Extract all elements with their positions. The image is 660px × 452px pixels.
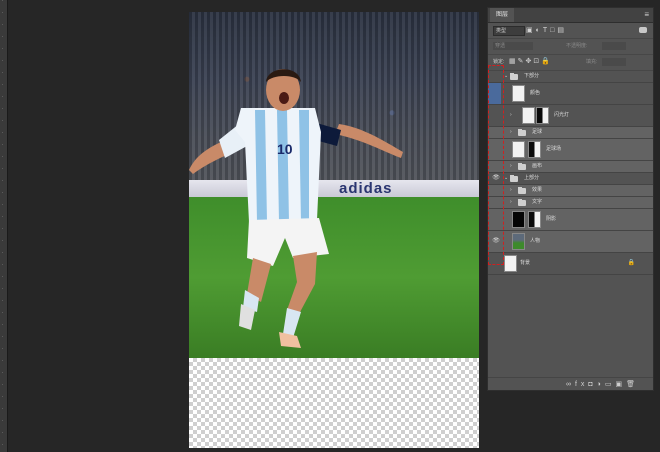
layer-name: 阴影 — [546, 216, 557, 222]
layer-group-canvas[interactable]: › 画布 — [488, 161, 653, 173]
layer-name: 画布 — [532, 163, 543, 169]
chevron-right-icon[interactable]: › — [510, 127, 512, 138]
layer-name: 文字 — [532, 199, 543, 205]
document-canvas[interactable]: adidas 10 — [189, 12, 479, 448]
chevron-right-icon[interactable]: › — [510, 197, 512, 208]
chevron-down-icon[interactable]: ⌄ — [504, 71, 508, 82]
filter-row: 类型 ▣◐T□▤ — [488, 23, 653, 39]
layer-thumbnail — [522, 107, 535, 124]
layer-thumbnail — [512, 211, 525, 228]
layer-group-lower[interactable]: ⌄ 下部分 — [488, 71, 653, 83]
chevron-right-icon[interactable]: › — [510, 105, 512, 126]
layer-name: 人物 — [530, 238, 541, 244]
transparent-area — [189, 358, 479, 448]
folder-icon — [518, 163, 526, 170]
layer-background[interactable]: 背景 🔒 — [488, 253, 653, 275]
layer-name: 效果 — [532, 187, 543, 193]
layer-group-football[interactable]: › 足球 — [488, 127, 653, 139]
layer-thumbnail — [504, 255, 517, 272]
layer-mask-thumbnail — [528, 141, 541, 158]
layer-name: 背景 — [520, 260, 531, 266]
fill-field[interactable] — [602, 58, 626, 66]
layer-group-text[interactable]: › 文字 — [488, 197, 653, 209]
layer-name: 上部分 — [524, 175, 540, 181]
layer-color[interactable]: 颜色 — [488, 83, 653, 105]
photo-layer: adidas 10 — [189, 12, 479, 358]
filter-toggle[interactable] — [639, 27, 647, 33]
opacity-field[interactable] — [602, 42, 626, 50]
panel-tab-bar: 图层 ≡ — [488, 8, 653, 23]
layer-mask-thumbnail — [536, 107, 549, 124]
panel-footer: ∞fx◘◑▭▣🗑 — [488, 377, 653, 390]
filter-kind-select[interactable]: 类型 — [493, 26, 525, 36]
layer-shadow[interactable]: 阴影 — [488, 209, 653, 231]
chevron-down-icon[interactable]: ⌄ — [504, 173, 508, 184]
layer-name: 足球 — [532, 129, 543, 135]
layer-person[interactable]: 👁 人物 — [488, 231, 653, 253]
footer-action-icons[interactable]: ∞fx◘◑▭▣🗑 — [566, 380, 639, 388]
layer-thumbnail — [512, 141, 525, 158]
folder-icon — [518, 187, 526, 194]
lock-icon: 🔒 — [627, 260, 635, 266]
layer-thumbnail — [512, 85, 525, 102]
folder-icon — [518, 129, 526, 136]
blend-mode-select[interactable]: 穿透 — [493, 42, 533, 50]
layer-name: 足球场 — [546, 146, 562, 152]
vertical-ruler — [0, 0, 8, 452]
layers-list: ⌄ 下部分 颜色 › 闪光灯 › 足球 足球场 › 画布 👁 ⌄ 上部分 › 效… — [488, 71, 653, 275]
jersey-number: 10 — [277, 141, 293, 157]
layers-panel: 图层 ≡ 类型 ▣◐T□▤ 穿透 不透明度: 锁定: ▦✎✥⊡🔒 填充: ⌄ 下… — [487, 7, 654, 391]
opacity-label: 不透明度: — [566, 43, 588, 49]
blend-row: 穿透 不透明度: — [488, 39, 653, 55]
folder-icon — [510, 73, 518, 80]
layer-name: 闪光灯 — [554, 112, 570, 118]
chevron-right-icon[interactable]: › — [510, 161, 512, 172]
chevron-right-icon[interactable]: › — [510, 185, 512, 196]
lock-row: 锁定: ▦✎✥⊡🔒 填充: — [488, 55, 653, 71]
visibility-column-highlight — [488, 65, 504, 265]
filter-type-icons[interactable]: ▣◐T□▤ — [526, 26, 567, 34]
folder-icon — [518, 199, 526, 206]
layer-group-flash[interactable]: › 闪光灯 — [488, 105, 653, 127]
layer-group-effects[interactable]: › 效果 — [488, 185, 653, 197]
layer-mask-thumbnail — [528, 211, 541, 228]
folder-icon — [510, 175, 518, 182]
layer-name: 下部分 — [524, 73, 540, 79]
tab-layers[interactable]: 图层 — [490, 8, 515, 22]
layer-thumbnail — [512, 233, 525, 250]
panel-menu-icon[interactable]: ≡ — [644, 11, 649, 19]
layer-group-upper[interactable]: 👁 ⌄ 上部分 — [488, 173, 653, 185]
fill-label: 填充: — [586, 59, 598, 65]
football-player: 10 — [189, 69, 403, 348]
layer-name: 颜色 — [530, 90, 541, 96]
layer-pitch[interactable]: 足球场 — [488, 139, 653, 161]
lock-icons[interactable]: ▦✎✥⊡🔒 — [509, 57, 552, 65]
